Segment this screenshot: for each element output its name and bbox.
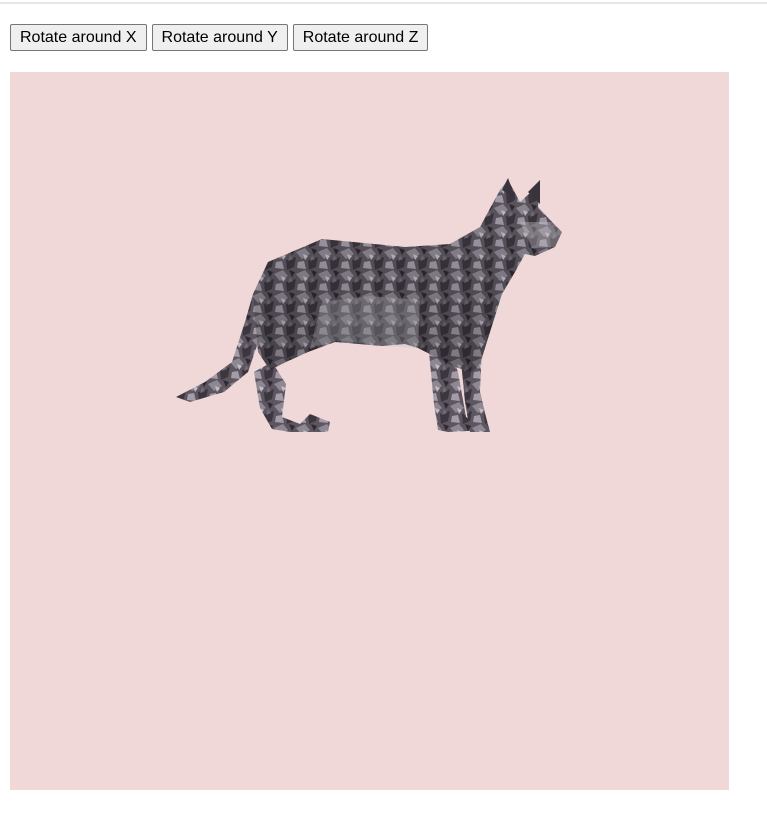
webgl-canvas[interactable] xyxy=(10,72,729,790)
rotate-z-button[interactable]: Rotate around Z xyxy=(292,24,429,51)
top-divider xyxy=(0,2,767,4)
rotate-x-button[interactable]: Rotate around X xyxy=(10,24,147,51)
scene-background xyxy=(10,72,729,790)
rotate-y-button[interactable]: Rotate around Y xyxy=(151,24,288,51)
rotation-toolbar: Rotate around X Rotate around Y Rotate a… xyxy=(10,24,429,51)
